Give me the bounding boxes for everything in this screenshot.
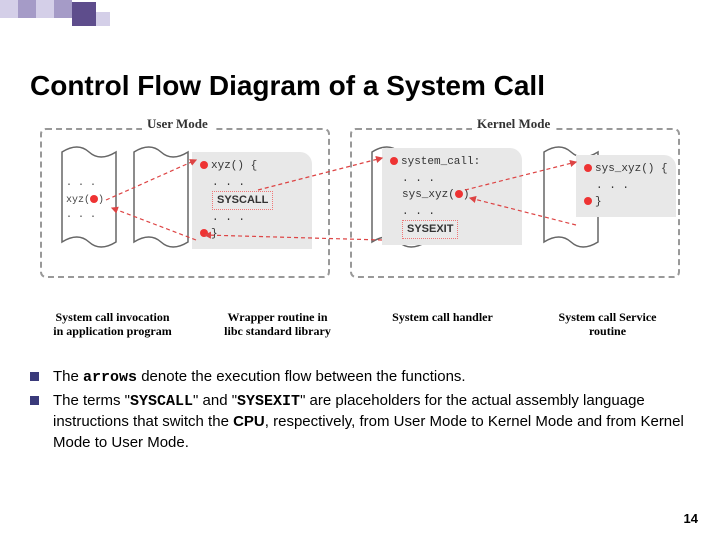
- diagram: User Mode Kernel Mode . . . xyz() . . . …: [20, 120, 700, 300]
- app-ellipsis: . . .: [66, 178, 96, 189]
- wrapper-code: xyz() { . . . SYSCALL . . . }: [192, 152, 312, 249]
- caption-service: System call Service routine: [548, 310, 668, 339]
- bullet-2: The terms "SYSCALL" and "SYSEXIT" are pl…: [53, 391, 690, 453]
- sysexit-pill: SYSEXIT: [402, 220, 458, 239]
- bullet-icon: [30, 372, 39, 381]
- bullet-1: The arrows denote the execution flow bet…: [53, 367, 466, 388]
- handler-code: system_call: . . . sys_xyz() . . . SYSEX…: [382, 148, 522, 245]
- app-call: xyz(): [66, 194, 104, 206]
- syscall-pill: SYSCALL: [212, 191, 273, 210]
- app-ellipsis2: . . .: [66, 210, 96, 221]
- service-code: sys_xyz() { . . . }: [576, 155, 676, 217]
- page-number: 14: [684, 511, 698, 526]
- bullets: The arrows denote the execution flow bet…: [0, 339, 720, 453]
- caption-handler: System call handler: [383, 310, 503, 339]
- caption-app: System call invocation in application pr…: [53, 310, 173, 339]
- caption-wrapper: Wrapper routine in libc standard library: [218, 310, 338, 339]
- wrapper-sheet-bg: [130, 142, 192, 254]
- bullet-icon: [30, 396, 39, 405]
- decorative-bar: [0, 0, 110, 26]
- captions: System call invocation in application pr…: [0, 310, 720, 339]
- user-mode-label: User Mode: [142, 116, 213, 132]
- kernel-mode-label: Kernel Mode: [472, 116, 555, 132]
